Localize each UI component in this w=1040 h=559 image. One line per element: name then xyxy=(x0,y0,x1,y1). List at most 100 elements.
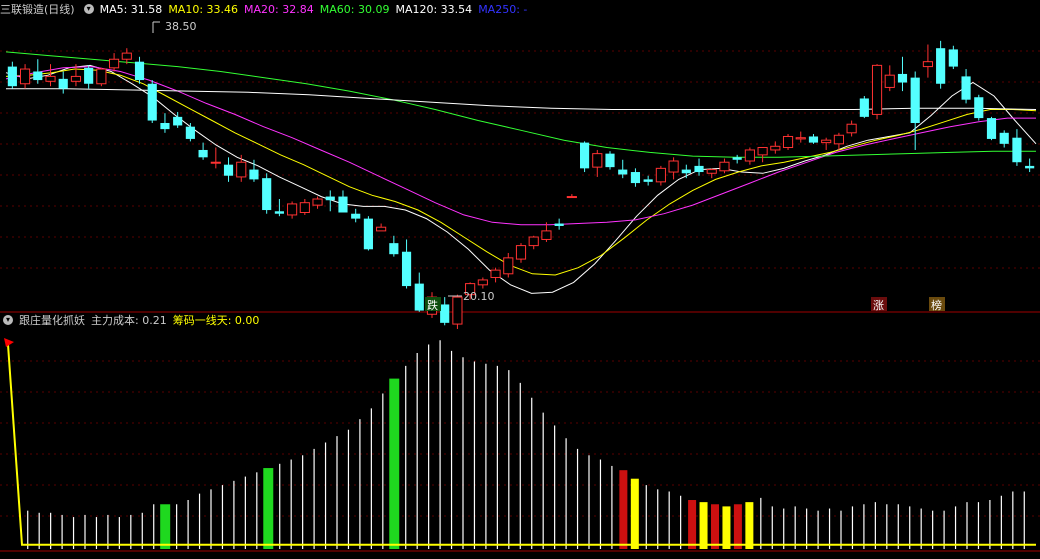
indicator-bar-yellow xyxy=(745,502,754,549)
chip-label: 筹码一线天: 0.00 xyxy=(172,314,260,327)
candle-down xyxy=(7,66,17,87)
indicator-bar-yellow xyxy=(630,478,639,549)
candle-up xyxy=(287,203,298,216)
candle-down xyxy=(618,169,628,175)
candle-up xyxy=(121,52,132,60)
candle-down xyxy=(910,77,920,123)
low-price-label: 20.10 xyxy=(463,290,495,303)
candle-up xyxy=(452,296,463,325)
candle-down xyxy=(351,213,361,219)
candle-down xyxy=(999,132,1009,144)
candle-down xyxy=(363,218,373,250)
indicator-title: 跟庄量化抓妖 xyxy=(19,314,85,327)
candle-up xyxy=(770,145,781,151)
indicator-bar-yellow xyxy=(722,506,731,549)
candle-up xyxy=(109,58,120,69)
candle-down xyxy=(732,157,742,160)
candle-down xyxy=(338,196,348,213)
ma120-label: MA120: 33.54 xyxy=(395,3,473,16)
candle-down xyxy=(173,116,183,126)
indicator-bar-yellow xyxy=(699,502,708,549)
candle-down xyxy=(147,83,157,121)
candle-up xyxy=(871,64,883,115)
candle-up xyxy=(821,139,832,144)
candle-up xyxy=(19,68,31,85)
candle-up xyxy=(706,169,717,174)
candle-up xyxy=(515,245,527,260)
candle-down xyxy=(274,211,284,214)
indicator-bar-red xyxy=(711,504,719,549)
ma60-label: MA60: 30.09 xyxy=(319,3,390,16)
candle-down xyxy=(974,97,984,119)
indicator-bar-green xyxy=(263,468,274,549)
candle-up xyxy=(45,75,56,82)
candle-up xyxy=(719,161,730,172)
candle-up xyxy=(757,147,768,156)
candle-down xyxy=(223,164,234,176)
candle-up xyxy=(592,153,603,168)
candle-up xyxy=(846,123,857,134)
candle-up xyxy=(922,61,933,68)
price-annotations: 38.50 20.10 跌 涨 榜 xyxy=(4,20,945,347)
candle-down xyxy=(1012,137,1022,163)
rise-tag: 涨 xyxy=(873,299,884,312)
candle-down xyxy=(58,78,68,89)
ma250-label: MA250: - xyxy=(478,3,528,16)
candle-down xyxy=(859,98,869,117)
candle-down xyxy=(681,169,691,174)
candle-down xyxy=(694,165,704,173)
candle-down xyxy=(134,61,145,81)
candle-up xyxy=(884,74,895,88)
candle-down xyxy=(262,178,272,211)
candle-up xyxy=(566,196,577,199)
candle-up xyxy=(541,230,552,240)
indicator-bar-red xyxy=(688,500,697,549)
candlestick-series xyxy=(7,40,1035,329)
candle-up xyxy=(96,68,107,85)
candle-down xyxy=(440,304,450,323)
stock-title: 三联锻造(日线) xyxy=(0,3,75,16)
candle-down xyxy=(325,196,335,201)
indicator-bar-red xyxy=(619,470,628,549)
candle-down xyxy=(605,153,615,168)
candle-up xyxy=(833,134,844,145)
indicator-bar-red xyxy=(733,504,742,549)
candle-up xyxy=(210,161,221,164)
indicator-bar-green xyxy=(160,504,171,549)
candle-up xyxy=(312,198,323,206)
chart-canvas: 38.50 20.10 跌 涨 榜 xyxy=(0,20,1040,552)
price-header: 三联锻造(日线) ▾ MA5: 31.58 MA10: 33.46 MA20: 32.8… xyxy=(0,1,533,19)
candle-up xyxy=(236,161,247,178)
candle-down xyxy=(185,126,195,139)
candle-up xyxy=(668,160,679,173)
candle-up xyxy=(70,75,82,82)
candle-down xyxy=(897,73,908,83)
candle-down xyxy=(808,136,819,143)
indicator-header: ▾ 跟庄量化抓妖 主力成本: 0.21 筹码一线天: 0.00 xyxy=(0,312,265,330)
indicator-bar-green xyxy=(389,378,400,549)
candle-down xyxy=(986,118,997,139)
fall-tag: 跌 xyxy=(427,298,438,312)
ma5-label: MA5: 31.58 xyxy=(99,3,163,16)
candle-up xyxy=(490,269,501,278)
price-grid xyxy=(0,50,1040,269)
candle-down xyxy=(198,149,208,158)
candle-down xyxy=(936,48,946,84)
high-price-label: 38.50 xyxy=(165,20,197,33)
candle-down xyxy=(160,122,170,130)
candle-down xyxy=(1025,165,1035,169)
candle-down xyxy=(948,49,958,67)
chevron-down-icon[interactable]: ▾ xyxy=(3,315,13,325)
candle-up xyxy=(782,135,794,149)
candle-down xyxy=(389,243,399,255)
candle-down xyxy=(249,169,259,180)
candle-down xyxy=(401,251,412,287)
candle-down xyxy=(630,172,641,184)
candle-up xyxy=(299,202,310,213)
candle-up xyxy=(795,137,806,140)
candle-down xyxy=(84,67,94,84)
ma10-label: MA10: 33.46 xyxy=(168,3,239,16)
candle-up xyxy=(503,257,514,275)
candle-down xyxy=(554,223,564,226)
chevron-down-icon[interactable]: ▾ xyxy=(83,4,94,14)
